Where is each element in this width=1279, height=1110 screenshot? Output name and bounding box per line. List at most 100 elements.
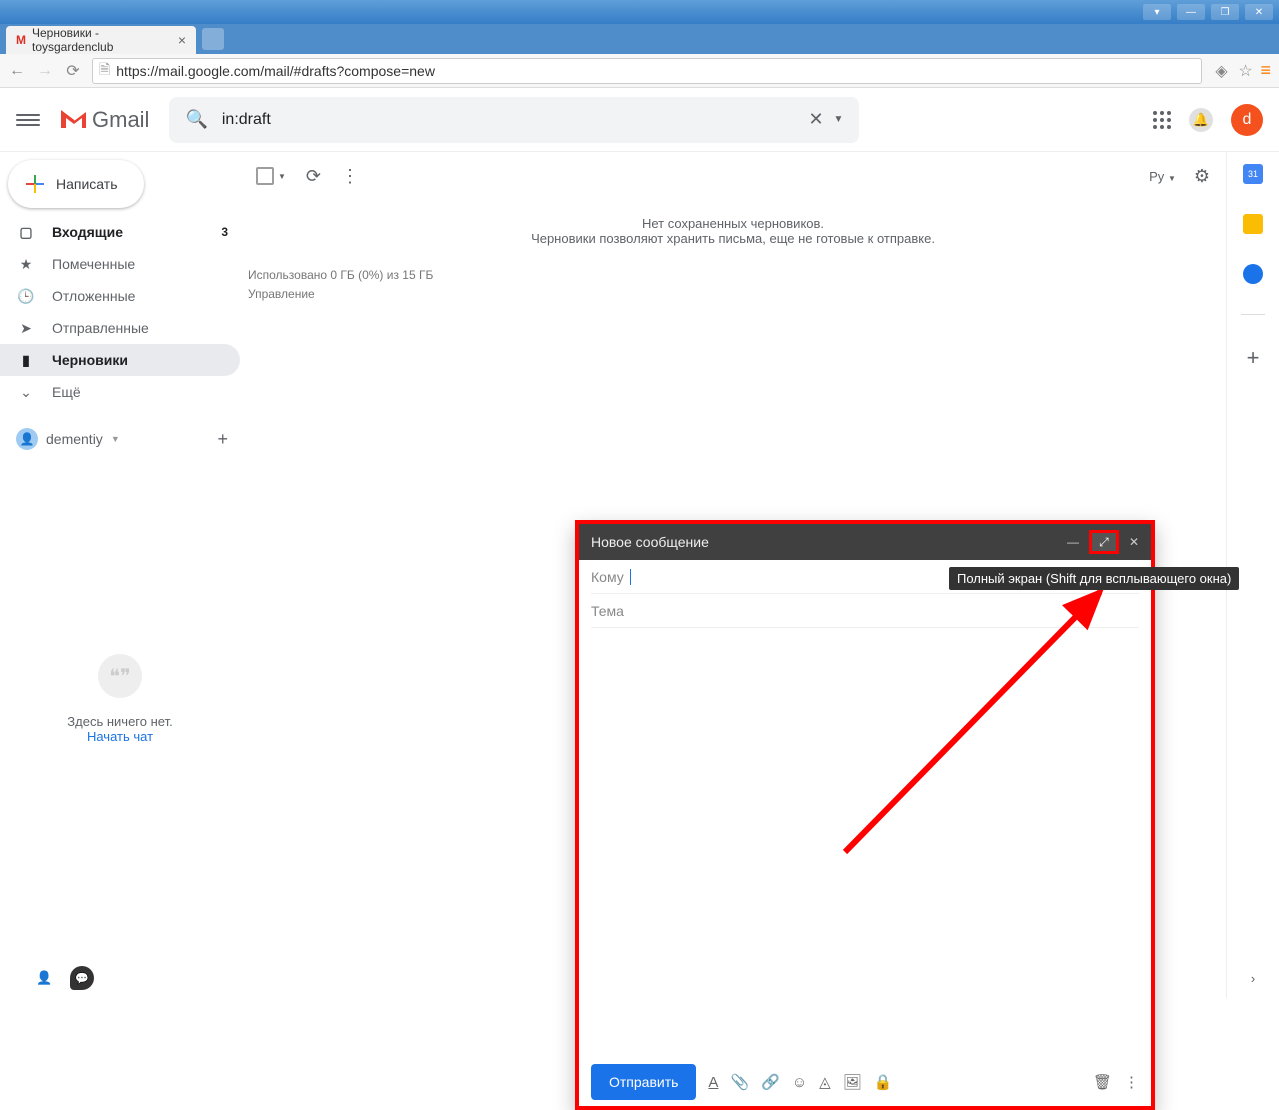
sidebar: Написать ▢ Входящие 3 ★ Помеченные 🕒 Отл… xyxy=(0,152,240,998)
compose-body[interactable] xyxy=(579,628,1151,1058)
sidebar-item-snoozed[interactable]: 🕒 Отложенные xyxy=(0,280,240,312)
search-input[interactable] xyxy=(222,111,799,129)
page-icon: 🗎 xyxy=(99,59,110,83)
refresh-icon[interactable]: ⟳ xyxy=(306,166,321,187)
gmail-header: Gmail 🔍 ✕ ▼ 🔔 d xyxy=(0,88,1279,152)
toolbar: ▼ ⟳ ⋮ Py ▼ ⚙ xyxy=(240,152,1226,200)
footer-more-icon[interactable]: ⋮ xyxy=(1124,1073,1139,1091)
tasks-icon[interactable] xyxy=(1243,264,1263,284)
compose-subject-field[interactable]: Тема xyxy=(591,594,1139,628)
notifications-icon[interactable]: 🔔 xyxy=(1189,108,1213,132)
hangouts-user[interactable]: 👤 dementiy ▼ + xyxy=(0,424,240,454)
clock-icon: 🕒 xyxy=(16,288,36,305)
add-addon-icon[interactable]: + xyxy=(1247,345,1260,371)
start-chat-link[interactable]: Начать чат xyxy=(87,729,153,744)
address-bar: ← → ⟳ 🗎 https://mail.google.com/mail/#dr… xyxy=(0,54,1279,88)
drive-icon[interactable]: ◬ xyxy=(819,1073,831,1091)
compose-header[interactable]: Новое сообщение — ⤢ ✕ xyxy=(579,524,1151,560)
select-caret-icon: ▼ xyxy=(278,172,286,181)
empty-line1: Нет сохраненных черновиков. xyxy=(240,216,1226,231)
tab-close-icon[interactable]: × xyxy=(178,32,186,48)
sidebar-item-drafts[interactable]: ▮ Черновики xyxy=(0,344,240,376)
empty-line2: Черновики позволяют хранить письма, еще … xyxy=(240,231,1226,246)
gear-icon[interactable]: ⚙ xyxy=(1194,166,1210,187)
gmail-favicon: M xyxy=(16,33,26,47)
hangouts-empty: ❝❞ Здесь ничего нет. Начать чат xyxy=(0,654,240,744)
sidebar-item-inbox[interactable]: ▢ Входящие 3 xyxy=(0,216,240,248)
search-icon: 🔍 xyxy=(185,109,207,130)
sidebar-item-more[interactable]: ⌄ Ещё xyxy=(0,376,240,408)
extension-icon[interactable]: ◈ xyxy=(1212,61,1230,81)
keep-icon[interactable] xyxy=(1243,214,1263,234)
window-titlebar: ▾ — ❐ ✕ xyxy=(0,0,1279,24)
compose-label: Написать xyxy=(56,176,117,192)
sidebar-bottom: 👤 💬 xyxy=(0,958,240,998)
search-options-icon[interactable]: ▼ xyxy=(834,114,844,125)
image-icon[interactable]: 🖼 xyxy=(843,1073,862,1091)
storage-line1: Использовано 0 ГБ (0%) из 15 ГБ xyxy=(248,266,1226,285)
sidebar-item-label: Отправленные xyxy=(52,320,149,336)
compose-minimize-icon[interactable]: — xyxy=(1067,535,1079,549)
sidebar-item-label: Черновики xyxy=(52,352,128,368)
file-icon: ▮ xyxy=(16,352,36,369)
window-minimize-icon[interactable]: — xyxy=(1177,4,1205,20)
user-avatar-icon: 👤 xyxy=(16,428,38,450)
sidebar-item-starred[interactable]: ★ Помеченные xyxy=(0,248,240,280)
window-unknown-icon[interactable]: ▾ xyxy=(1143,4,1171,20)
avatar[interactable]: d xyxy=(1231,104,1263,136)
trash-icon[interactable]: 🗑 xyxy=(1093,1073,1112,1091)
compose-fullscreen-button[interactable]: ⤢ xyxy=(1089,530,1119,554)
apps-icon[interactable] xyxy=(1153,111,1171,129)
people-icon[interactable]: 👤 xyxy=(36,970,52,986)
add-contact-icon[interactable]: + xyxy=(217,429,228,450)
window-maximize-icon[interactable]: ❐ xyxy=(1211,4,1239,20)
user-name: dementiy xyxy=(46,431,103,447)
gmail-brand-text: Gmail xyxy=(92,107,149,133)
menu-icon[interactable] xyxy=(16,108,40,132)
input-lang[interactable]: Py ▼ xyxy=(1149,169,1176,184)
browser-menu-icon[interactable]: ≡ xyxy=(1260,60,1271,81)
more-icon[interactable]: ⋮ xyxy=(341,166,359,187)
user-caret-icon: ▼ xyxy=(111,434,120,444)
forward-icon[interactable]: → xyxy=(36,62,54,80)
hangouts-empty-l1: Здесь ничего нет. xyxy=(0,714,240,729)
sidebar-item-label: Помеченные xyxy=(52,256,135,272)
window-close-icon[interactable]: ✕ xyxy=(1245,4,1273,20)
compose-to-label: Кому xyxy=(591,569,624,585)
select-all[interactable]: ▼ xyxy=(256,167,286,185)
calendar-icon[interactable]: 31 xyxy=(1243,164,1263,184)
sidebar-item-label: Ещё xyxy=(52,384,81,400)
confidential-icon[interactable]: 🔒 xyxy=(874,1073,893,1091)
storage-info: Использовано 0 ГБ (0%) из 15 ГБ Управлен… xyxy=(240,246,1226,304)
search-bar[interactable]: 🔍 ✕ ▼ xyxy=(169,97,859,143)
send-button[interactable]: Отправить xyxy=(591,1064,696,1100)
hangouts-icon[interactable]: 💬 xyxy=(70,966,94,990)
empty-drafts: Нет сохраненных черновиков. Черновики по… xyxy=(240,200,1226,246)
reload-icon[interactable]: ⟳ xyxy=(64,61,82,81)
sidebar-item-label: Входящие xyxy=(52,224,123,240)
gmail-m-icon xyxy=(60,109,88,131)
compose-title: Новое сообщение xyxy=(591,534,709,550)
link-icon[interactable]: 🔗 xyxy=(761,1073,780,1091)
compose-close-icon[interactable]: ✕ xyxy=(1129,535,1139,549)
format-icon[interactable]: A xyxy=(708,1074,718,1091)
compose-subject-label: Тема xyxy=(591,603,624,619)
bookmark-icon[interactable]: ☆ xyxy=(1236,61,1254,81)
gmail-logo[interactable]: Gmail xyxy=(60,107,149,133)
divider xyxy=(1241,314,1265,315)
back-icon[interactable]: ← xyxy=(8,62,26,80)
browser-tab[interactable]: M Черновики - toysgardenclub × xyxy=(6,26,196,54)
clear-search-icon[interactable]: ✕ xyxy=(808,109,823,130)
attach-icon[interactable]: 📎 xyxy=(730,1073,749,1091)
collapse-rightbar-icon[interactable]: › xyxy=(1251,971,1255,986)
new-tab-button[interactable] xyxy=(202,28,224,50)
chevron-down-icon: ⌄ xyxy=(16,384,36,401)
compose-button[interactable]: Написать xyxy=(8,160,144,208)
url-text: https://mail.google.com/mail/#drafts?com… xyxy=(116,63,435,79)
sidebar-item-sent[interactable]: ➤ Отправленные xyxy=(0,312,240,344)
emoji-icon[interactable]: ☺ xyxy=(792,1074,807,1091)
fullscreen-tooltip: Полный экран (Shift для всплывающего окн… xyxy=(949,567,1239,590)
url-field[interactable]: 🗎 https://mail.google.com/mail/#drafts?c… xyxy=(92,58,1202,84)
storage-link[interactable]: Управление xyxy=(248,285,1226,304)
inbox-count: 3 xyxy=(221,225,228,239)
